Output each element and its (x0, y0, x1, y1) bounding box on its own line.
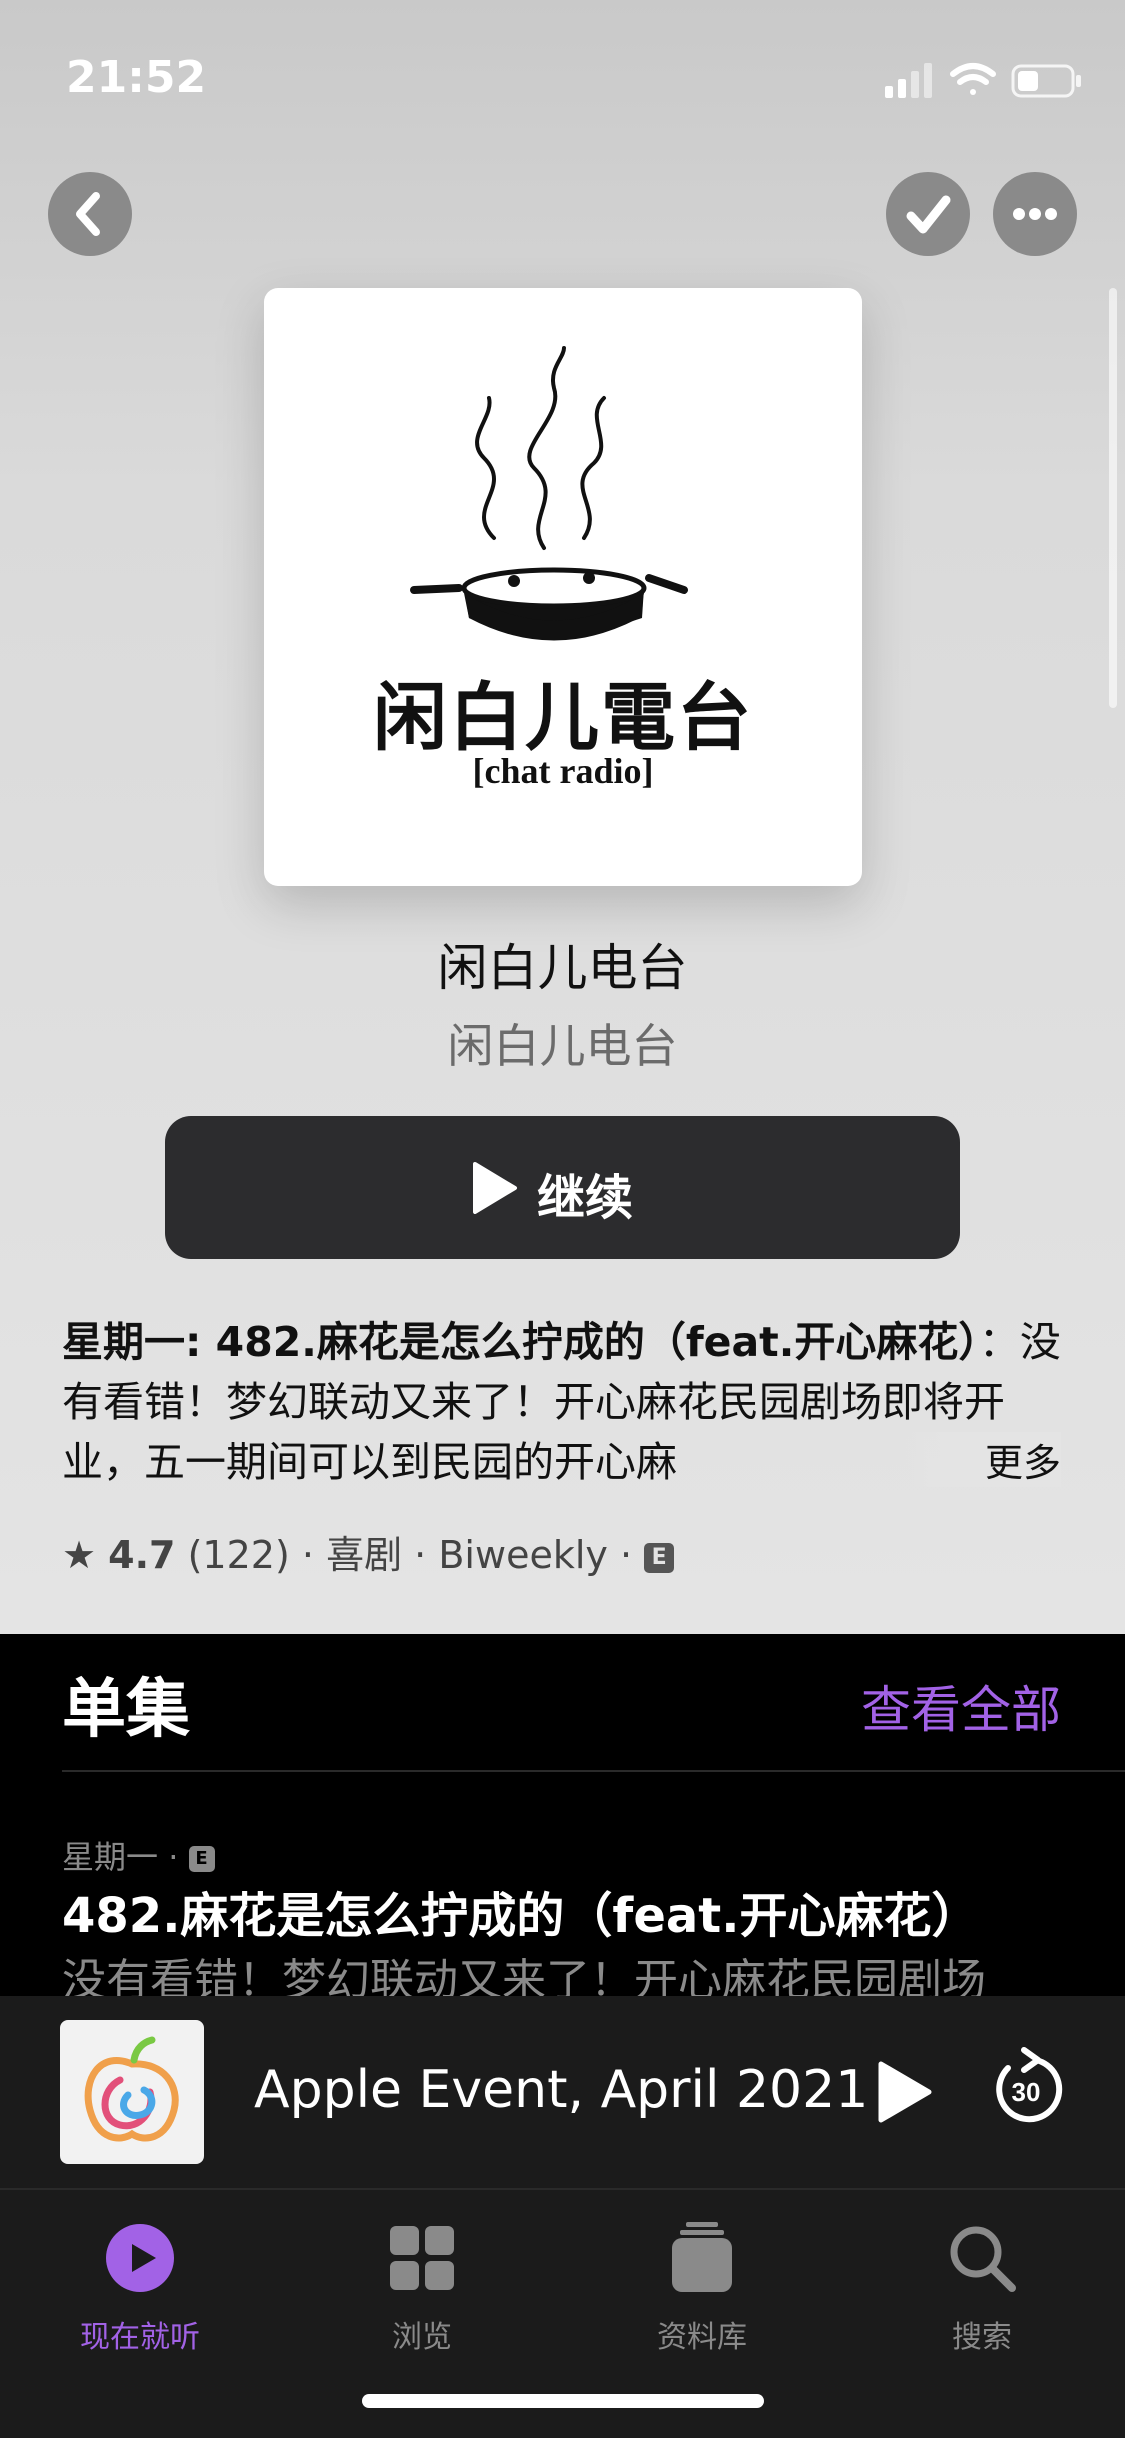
mini-player[interactable]: Apple Event, April 2021 30 (0, 1996, 1125, 2188)
play-circle-icon (106, 2224, 174, 2292)
resume-button[interactable]: 继续 (165, 1116, 960, 1259)
play-icon[interactable] (875, 2060, 935, 2124)
ellipsis-icon (1013, 208, 1057, 220)
episode-day: 星期一 (62, 1838, 159, 1876)
more-options-button[interactable] (993, 172, 1077, 256)
divider (62, 1770, 1125, 1772)
mini-player-artwork (60, 2020, 204, 2164)
rating-count: (122) (187, 1533, 290, 1577)
frequency: Biweekly (438, 1533, 608, 1577)
status-time: 21:52 (66, 52, 207, 103)
tab-label: 现在就听 (80, 2320, 200, 2355)
status-icons (885, 60, 1085, 100)
genre[interactable]: 喜剧 (326, 1533, 402, 1577)
battery-icon (1011, 64, 1081, 98)
description-prefix: 星期一: 482.麻花是怎么拧成的（feat.开心麻花） (62, 1318, 979, 1366)
explicit-badge: E (188, 1846, 215, 1872)
play-icon (473, 1162, 517, 1214)
back-button[interactable] (48, 172, 132, 256)
episode-meta: 星期一 · E (62, 1832, 215, 1878)
podcast-artwork: 闲白儿電台 [chat radio] (264, 288, 862, 886)
episode-separator: · (168, 1838, 179, 1876)
show-title: 闲白儿电台 (437, 939, 688, 997)
home-indicator (362, 2394, 764, 2408)
tab-library[interactable]: 资料库 (612, 2210, 792, 2360)
star-icon: ★ (62, 1533, 97, 1577)
meta-separator: · (619, 1533, 633, 1577)
search-icon (950, 2226, 1016, 2292)
see-all-button[interactable]: 查看全部 (861, 1670, 1061, 1742)
tab-search[interactable]: 搜索 (892, 2210, 1072, 2360)
subscribed-button[interactable] (886, 172, 970, 256)
library-icon (672, 2222, 732, 2292)
mini-player-title: Apple Event, April 2021 (254, 2060, 869, 2120)
checkmark-icon (906, 195, 951, 234)
artwork-title: 闲白儿電台 (373, 675, 753, 761)
signal-icon (885, 63, 1081, 98)
show-meta: ★ 4.7 (122) · 喜剧 · Biweekly · E (62, 1524, 675, 1579)
rating-value: 4.7 (108, 1533, 176, 1577)
tab-label: 搜索 (952, 2320, 1012, 2355)
skip-forward-30-button[interactable]: 30 (988, 2046, 1064, 2130)
skip-forward-icon: 30 (996, 2047, 1063, 2123)
meta-separator: · (414, 1533, 427, 1577)
meta-separator: · (301, 1533, 314, 1577)
show-author[interactable]: 闲白儿电台 (0, 1010, 1125, 1076)
tab-browse[interactable]: 浏览 (332, 2210, 512, 2360)
tab-label: 浏览 (392, 2320, 452, 2355)
scroll-indicator (1109, 288, 1117, 708)
artwork-subtitle: [chat radio] (472, 751, 654, 791)
episodes-title: 单集 (62, 1673, 190, 1747)
episode-title: 482.麻花是怎么拧成的（feat.开心麻花） (62, 1888, 980, 1944)
wifi-icon (950, 63, 996, 95)
resume-label: 继续 (537, 1170, 634, 1226)
chevron-left-icon (76, 192, 100, 236)
tab-label: 资料库 (657, 2320, 747, 2355)
skip-seconds-label: 30 (1012, 2077, 1041, 2107)
grid-icon (390, 2226, 454, 2290)
explicit-badge: E (644, 1542, 675, 1573)
apple-logo-icon (84, 2036, 179, 2142)
tab-listen-now[interactable]: 现在就听 (50, 2210, 230, 2360)
steaming-pot-icon (410, 346, 688, 641)
more-button[interactable]: 更多 (904, 1432, 1061, 1487)
